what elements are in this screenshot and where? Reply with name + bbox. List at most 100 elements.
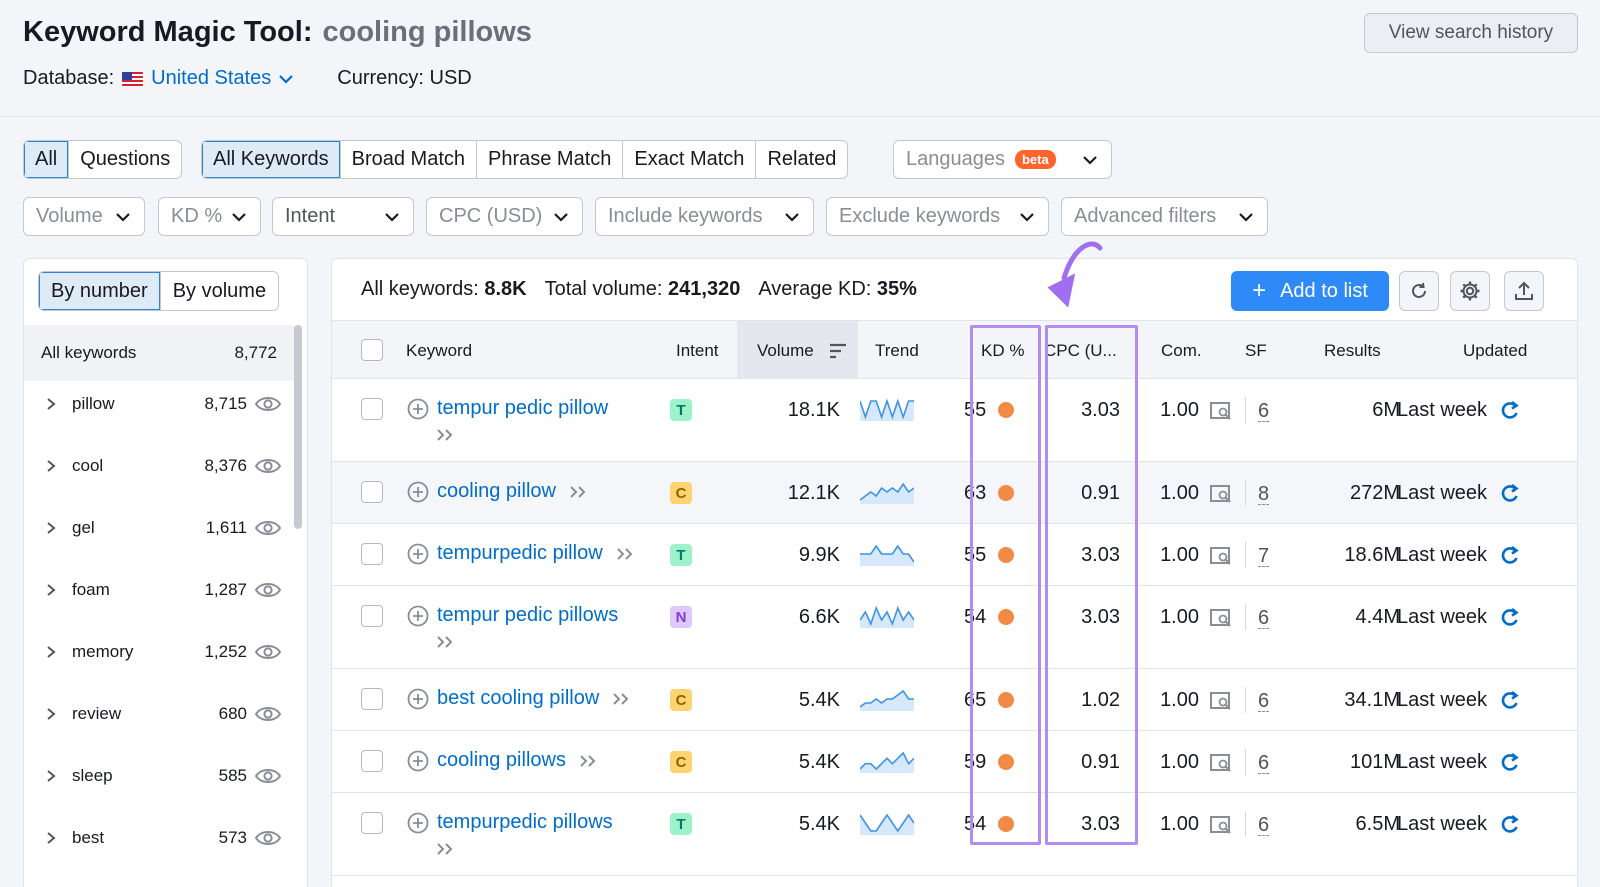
advanced-filters[interactable]: Advanced filters xyxy=(1061,197,1268,236)
eye-icon[interactable] xyxy=(255,395,281,413)
eye-icon[interactable] xyxy=(255,643,281,661)
keyword-link[interactable]: tempurpedic pillows xyxy=(437,811,613,834)
eye-icon[interactable] xyxy=(255,829,281,847)
sort-icon[interactable] xyxy=(829,343,847,359)
column-volume[interactable]: Volume xyxy=(757,341,814,361)
row-checkbox[interactable] xyxy=(361,605,383,627)
exclude-keywords-filter[interactable]: Exclude keywords xyxy=(826,197,1049,236)
chevron-right-icon[interactable] xyxy=(44,707,58,721)
plus-circle-icon[interactable] xyxy=(407,750,429,772)
groups-scrollbar[interactable] xyxy=(294,325,302,529)
cpc-filter[interactable]: CPC (USD) xyxy=(426,197,583,236)
tab-phrase-match[interactable]: Phrase Match xyxy=(477,141,624,178)
tab-all[interactable]: All xyxy=(24,141,70,178)
languages-dropdown[interactable]: Languages beta xyxy=(893,140,1112,179)
serp-icon[interactable] xyxy=(1210,608,1234,628)
group-item[interactable]: pillow 8,715 xyxy=(24,373,294,435)
intent-filter[interactable]: Intent xyxy=(272,197,414,236)
keyword-link[interactable]: best cooling pillow xyxy=(437,687,599,710)
chevron-right-icon[interactable] xyxy=(44,831,58,845)
serp-icon[interactable] xyxy=(1210,484,1234,504)
serp-features-count[interactable]: 6 xyxy=(1258,691,1270,712)
chevron-right-icon[interactable] xyxy=(44,583,58,597)
keyword-link[interactable]: cooling pillow xyxy=(437,480,556,503)
group-item[interactable]: cool 8,376 xyxy=(24,435,294,497)
serp-features-count[interactable]: 8 xyxy=(1258,484,1270,505)
refresh-button[interactable] xyxy=(1399,271,1439,311)
eye-icon[interactable] xyxy=(255,457,281,475)
add-to-list-button[interactable]: + Add to list xyxy=(1231,271,1389,311)
keyword-link[interactable]: cooling pillows xyxy=(437,749,566,772)
kd-filter[interactable]: KD % xyxy=(158,197,261,236)
refresh-icon[interactable] xyxy=(1499,483,1521,505)
serp-features-count[interactable]: 6 xyxy=(1258,608,1270,629)
column-results[interactable]: Results xyxy=(1324,341,1381,361)
by-number-button[interactable]: By number xyxy=(39,272,161,310)
select-all-checkbox[interactable] xyxy=(361,339,383,361)
row-checkbox[interactable] xyxy=(361,688,383,710)
chevron-down-icon[interactable] xyxy=(277,70,295,88)
plus-circle-icon[interactable] xyxy=(407,605,429,627)
database-selector[interactable]: United States xyxy=(151,67,271,90)
chevron-right-icon[interactable] xyxy=(44,397,58,411)
by-volume-button[interactable]: By volume xyxy=(161,272,278,310)
row-checkbox[interactable] xyxy=(361,398,383,420)
row-checkbox[interactable] xyxy=(361,543,383,565)
eye-icon[interactable] xyxy=(255,519,281,537)
column-competition[interactable]: Com. xyxy=(1161,341,1202,361)
double-chevron-icon[interactable] xyxy=(435,841,455,857)
chevron-right-icon[interactable] xyxy=(44,769,58,783)
refresh-icon[interactable] xyxy=(1499,690,1521,712)
serp-features-count[interactable]: 6 xyxy=(1258,753,1270,774)
tab-broad-match[interactable]: Broad Match xyxy=(341,141,477,178)
double-chevron-icon[interactable] xyxy=(611,691,631,707)
tab-questions[interactable]: Questions xyxy=(69,141,181,178)
column-updated[interactable]: Updated xyxy=(1463,341,1527,361)
group-item[interactable]: best 573 xyxy=(24,807,294,869)
group-item[interactable]: memory 1,252 xyxy=(24,621,294,683)
plus-circle-icon[interactable] xyxy=(407,688,429,710)
serp-features-count[interactable]: 6 xyxy=(1258,401,1270,422)
serp-icon[interactable] xyxy=(1210,401,1234,421)
plus-circle-icon[interactable] xyxy=(407,398,429,420)
double-chevron-icon[interactable] xyxy=(435,634,455,650)
volume-filter[interactable]: Volume xyxy=(23,197,145,236)
column-keyword[interactable]: Keyword xyxy=(406,341,472,361)
settings-button[interactable] xyxy=(1450,271,1490,311)
refresh-icon[interactable] xyxy=(1499,400,1521,422)
keyword-link[interactable]: tempurpedic pillow xyxy=(437,542,603,565)
eye-icon[interactable] xyxy=(255,705,281,723)
plus-circle-icon[interactable] xyxy=(407,543,429,565)
refresh-icon[interactable] xyxy=(1499,814,1521,836)
view-search-history-button[interactable]: View search history xyxy=(1364,13,1578,53)
double-chevron-icon[interactable] xyxy=(615,546,635,562)
eye-icon[interactable] xyxy=(255,767,281,785)
group-item[interactable]: gel 1,611 xyxy=(24,497,294,559)
serp-features-count[interactable]: 6 xyxy=(1258,815,1270,836)
serp-icon[interactable] xyxy=(1210,546,1234,566)
serp-features-count[interactable]: 7 xyxy=(1258,546,1270,567)
tab-all-keywords[interactable]: All Keywords xyxy=(202,141,341,178)
group-item[interactable]: sleep 585 xyxy=(24,745,294,807)
tab-related[interactable]: Related xyxy=(756,141,847,178)
chevron-right-icon[interactable] xyxy=(44,521,58,535)
double-chevron-icon[interactable] xyxy=(568,484,588,500)
export-button[interactable] xyxy=(1504,271,1544,311)
chevron-right-icon[interactable] xyxy=(44,645,58,659)
serp-icon[interactable] xyxy=(1210,815,1234,835)
refresh-icon[interactable] xyxy=(1499,545,1521,567)
group-item[interactable]: foam 1,287 xyxy=(24,559,294,621)
serp-icon[interactable] xyxy=(1210,691,1234,711)
include-keywords-filter[interactable]: Include keywords xyxy=(595,197,814,236)
group-item[interactable]: review 680 xyxy=(24,683,294,745)
double-chevron-icon[interactable] xyxy=(578,753,598,769)
row-checkbox[interactable] xyxy=(361,750,383,772)
plus-circle-icon[interactable] xyxy=(407,812,429,834)
row-checkbox[interactable] xyxy=(361,481,383,503)
eye-icon[interactable] xyxy=(255,581,281,599)
refresh-icon[interactable] xyxy=(1499,752,1521,774)
column-serp-features[interactable]: SF xyxy=(1245,341,1267,361)
serp-icon[interactable] xyxy=(1210,753,1234,773)
row-checkbox[interactable] xyxy=(361,812,383,834)
keyword-link[interactable]: tempur pedic pillows xyxy=(437,604,618,627)
